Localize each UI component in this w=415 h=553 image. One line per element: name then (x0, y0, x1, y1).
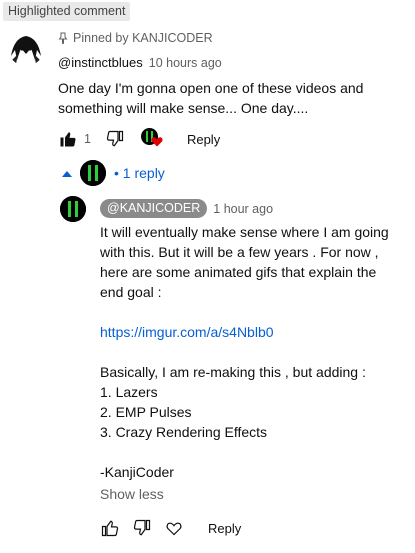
like-icon[interactable] (58, 130, 78, 148)
dislike-icon[interactable] (105, 130, 125, 148)
comment-header: @instinctblues 10 hours ago (58, 55, 222, 70)
reply-link[interactable]: https://imgur.com/a/s4Nblb0 (100, 322, 400, 342)
highlighted-comment-badge: Highlighted comment (3, 2, 131, 21)
show-less-button[interactable]: Show less (100, 486, 164, 502)
reply-button[interactable]: Reply (208, 521, 241, 536)
like-icon[interactable] (100, 519, 120, 537)
reply-header: @KANJICODER 1 hour ago (100, 199, 273, 218)
reply-author-avatar[interactable] (60, 196, 86, 222)
pin-icon (58, 32, 68, 44)
pinned-indicator: Pinned by KANJICODER (58, 31, 213, 45)
reply-line (100, 342, 400, 362)
comment-actions: 1 Reply (58, 128, 220, 150)
reply-line: It will eventually make sense where I am… (100, 224, 389, 300)
replies-count-label[interactable]: • 1 reply (114, 165, 165, 181)
reply-signature: -KanjiCoder (100, 464, 174, 480)
creator-heart-icon (140, 128, 165, 150)
replies-toggle[interactable]: • 1 reply (62, 160, 165, 186)
reply-line: 3. Crazy Rendering Effects (100, 424, 268, 440)
comment-timestamp[interactable]: 10 hours ago (149, 56, 222, 70)
creator-avatar-small (80, 160, 106, 186)
dislike-icon[interactable] (132, 519, 152, 537)
like-count: 1 (84, 132, 91, 146)
reply-text: It will eventually make sense where I am… (100, 222, 400, 482)
reply-line (100, 442, 400, 462)
commenter-avatar[interactable] (8, 30, 44, 66)
reply-line: 1. Lazers (100, 384, 158, 400)
reply-actions: Reply (100, 518, 241, 538)
reply-timestamp[interactable]: 1 hour ago (213, 202, 273, 216)
reply-line: Basically, I am re-making this , but add… (100, 364, 366, 380)
comment-text: One day I'm gonna open one of these vide… (58, 80, 364, 116)
heart-icon[interactable] (164, 521, 184, 536)
reply-author-chip[interactable]: @KANJICODER (100, 199, 208, 218)
reply-line (100, 302, 400, 322)
reply-button[interactable]: Reply (187, 132, 220, 147)
comment-author[interactable]: @instinctblues (58, 55, 143, 70)
reply-line: 2. EMP Pulses (100, 404, 192, 420)
pinned-label: Pinned by KANJICODER (73, 31, 213, 45)
chevron-up-icon (62, 170, 72, 177)
